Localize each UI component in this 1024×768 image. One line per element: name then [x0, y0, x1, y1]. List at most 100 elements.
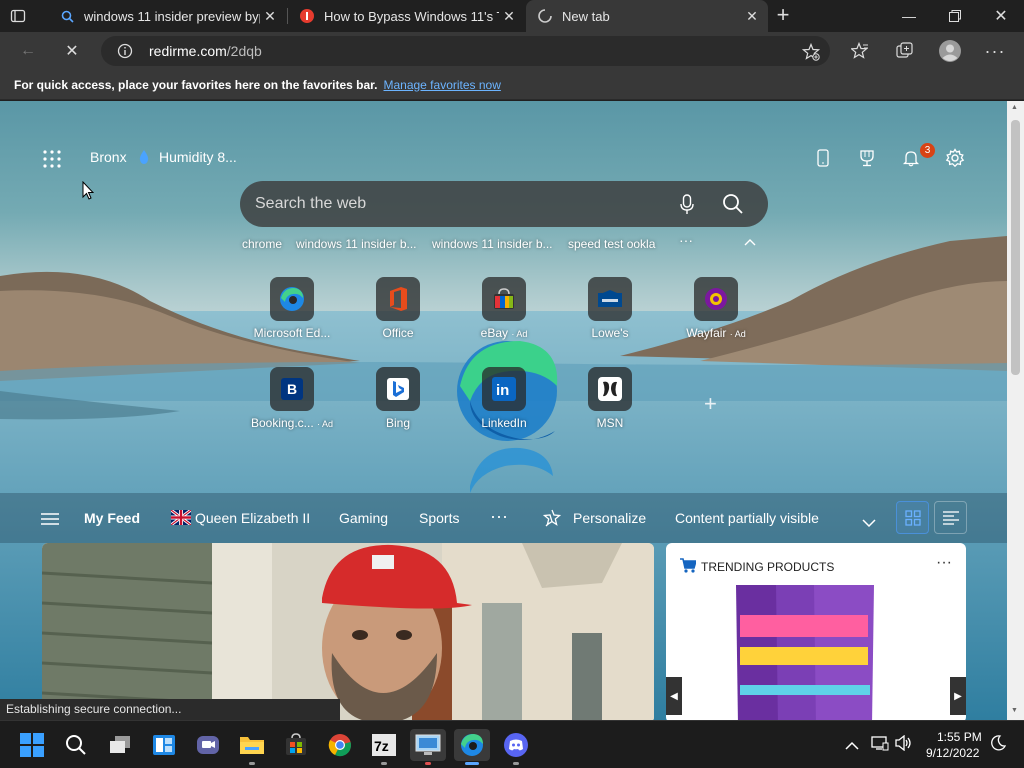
personalize-button[interactable]: Personalize — [573, 510, 646, 526]
topic-sports[interactable]: Sports — [419, 510, 459, 526]
start-windows-icon[interactable] — [16, 729, 48, 761]
search-input[interactable] — [255, 195, 655, 213]
close-tab-icon[interactable]: ✕ — [742, 8, 762, 25]
widgets-icon[interactable] — [148, 729, 180, 761]
content-visibility-dropdown[interactable]: Content partially visible — [675, 510, 819, 526]
add-favorite-icon[interactable] — [801, 42, 821, 66]
tile-label: Bing — [385, 416, 411, 430]
history-item[interactable]: chrome — [242, 237, 282, 251]
chrome-icon[interactable] — [324, 729, 356, 761]
ebay-icon — [494, 288, 514, 309]
chevron-down-icon[interactable] — [862, 514, 876, 532]
mobile-phone-icon[interactable] — [813, 147, 833, 169]
history-item[interactable]: windows 11 insider b... — [296, 237, 417, 251]
microphone-icon[interactable] — [679, 194, 695, 221]
topic-queen-elizabeth[interactable]: Queen Elizabeth II — [195, 510, 310, 526]
close-tab-icon[interactable]: ✕ — [260, 8, 280, 25]
loading-icon — [538, 9, 552, 23]
add-quick-link-button[interactable]: + — [704, 391, 717, 417]
status-bar: Establishing secure connection... — [0, 699, 340, 720]
tab-bypass-article[interactable]: How to Bypass Windows 11's TPM ✕ — [288, 0, 525, 32]
scroll-down-arrow[interactable]: ▼ — [1011, 707, 1018, 714]
edge-browser-icon[interactable] — [454, 729, 490, 765]
weather-humidity[interactable]: Humidity 8... — [159, 149, 237, 165]
profile-avatar[interactable] — [934, 36, 966, 66]
microsoft-store-icon[interactable] — [280, 729, 312, 761]
network-icon[interactable] — [871, 735, 889, 754]
volume-icon[interactable] — [895, 734, 913, 754]
tab-search[interactable]: windows 11 insider preview bypa ✕ — [48, 0, 286, 32]
info-icon[interactable] — [117, 43, 133, 59]
back-button[interactable]: ← — [12, 36, 44, 66]
quick-link-lowes[interactable]: Lowe's — [565, 277, 655, 347]
new-tab-button[interactable]: + — [772, 4, 794, 28]
bing-icon — [387, 378, 409, 400]
history-more-icon[interactable]: ··· — [679, 232, 693, 248]
search-icon[interactable] — [722, 193, 744, 220]
quick-link-ebay[interactable]: eBay · Ad — [459, 277, 549, 347]
trending-products-title: TRENDING PRODUCTS — [701, 560, 835, 574]
minimize-button[interactable]: — — [886, 0, 932, 32]
file-explorer-icon[interactable] — [236, 729, 268, 765]
scrollbar-thumb[interactable] — [1011, 120, 1020, 375]
apps-launcher-icon[interactable] — [42, 149, 62, 169]
news-hero-card[interactable] — [42, 543, 654, 720]
svg-text:7z: 7z — [374, 738, 389, 754]
quick-link-msn[interactable]: MSN — [565, 367, 655, 437]
more-topics-icon[interactable]: ··· — [490, 506, 508, 527]
remote-desktop-icon[interactable] — [410, 729, 446, 765]
discord-icon[interactable] — [500, 729, 532, 765]
scroll-up-arrow[interactable]: ▲ — [1011, 104, 1018, 111]
settings-more-icon[interactable]: ··· — [979, 36, 1011, 66]
close-window-button[interactable]: ✕ — [978, 0, 1024, 32]
menu-hamburger-icon[interactable] — [41, 512, 59, 531]
office-icon — [390, 287, 407, 311]
quick-link-bing[interactable]: Bing — [353, 367, 443, 437]
tab-new-tab[interactable]: New tab ✕ — [526, 0, 768, 32]
notification-count-badge: 3 — [920, 143, 935, 158]
site-red-icon — [300, 9, 314, 23]
teams-chat-icon[interactable] — [192, 729, 224, 761]
focus-assist-moon-icon[interactable] — [990, 735, 1007, 754]
list-view-icon[interactable] — [934, 501, 967, 534]
history-item[interactable]: speed test ookla — [568, 237, 655, 251]
stop-loading-button[interactable]: ✕ — [56, 36, 88, 66]
topic-gaming[interactable]: Gaming — [339, 510, 388, 526]
collapse-chevron-up-icon[interactable] — [744, 235, 756, 249]
weather-location[interactable]: Bronx — [90, 149, 127, 165]
msn-butterfly-icon — [598, 377, 622, 401]
rewards-trophy-icon[interactable] — [856, 147, 878, 169]
quick-link-edge[interactable]: Microsoft Ed... — [247, 277, 337, 347]
restore-button[interactable] — [932, 0, 978, 32]
clock-time[interactable]: 1:55 PM — [937, 730, 982, 744]
7zip-icon[interactable]: 7z — [368, 729, 400, 765]
web-search-box[interactable] — [240, 181, 768, 227]
carousel-prev-button[interactable]: ◀ — [666, 677, 682, 715]
carousel-next-button[interactable]: ▶ — [950, 677, 966, 715]
my-feed-tab[interactable]: My Feed — [84, 510, 140, 526]
grid-view-icon[interactable] — [896, 501, 929, 534]
manage-favorites-link[interactable]: Manage favorites now — [383, 78, 500, 92]
quick-link-wayfair[interactable]: Wayfair · Ad — [671, 277, 761, 347]
tab-actions-icon[interactable] — [10, 8, 26, 24]
clock-date[interactable]: 9/12/2022 — [926, 746, 979, 760]
quick-link-linkedin[interactable]: in LinkedIn — [459, 367, 549, 437]
task-view-icon[interactable] — [104, 729, 136, 761]
search-icon[interactable] — [60, 729, 92, 761]
tab-title: New tab — [562, 8, 610, 24]
history-item[interactable]: windows 11 insider b... — [432, 237, 553, 251]
quick-link-booking[interactable]: B Booking.c... · Ad — [247, 367, 337, 437]
personalize-pencil-icon[interactable] — [542, 509, 562, 532]
feed-navigation: My Feed Queen Elizabeth II Gaming Sports… — [0, 493, 1007, 543]
close-tab-icon[interactable]: ✕ — [499, 8, 519, 25]
notifications-bell-icon[interactable] — [900, 147, 922, 169]
address-bar[interactable]: redirme.com/2dqb — [101, 36, 830, 66]
show-hidden-icons-chevron-up-icon[interactable] — [845, 737, 859, 753]
trending-products-card[interactable]: TRENDING PRODUCTS ··· ◀ ▶ — [666, 543, 966, 720]
tile-label: MSN — [596, 416, 624, 430]
favorites-icon[interactable] — [844, 36, 876, 66]
collections-icon[interactable] — [889, 36, 921, 66]
card-more-options-icon[interactable]: ··· — [936, 554, 952, 572]
page-settings-gear-icon[interactable] — [944, 147, 966, 169]
quick-link-office[interactable]: Office — [353, 277, 443, 347]
